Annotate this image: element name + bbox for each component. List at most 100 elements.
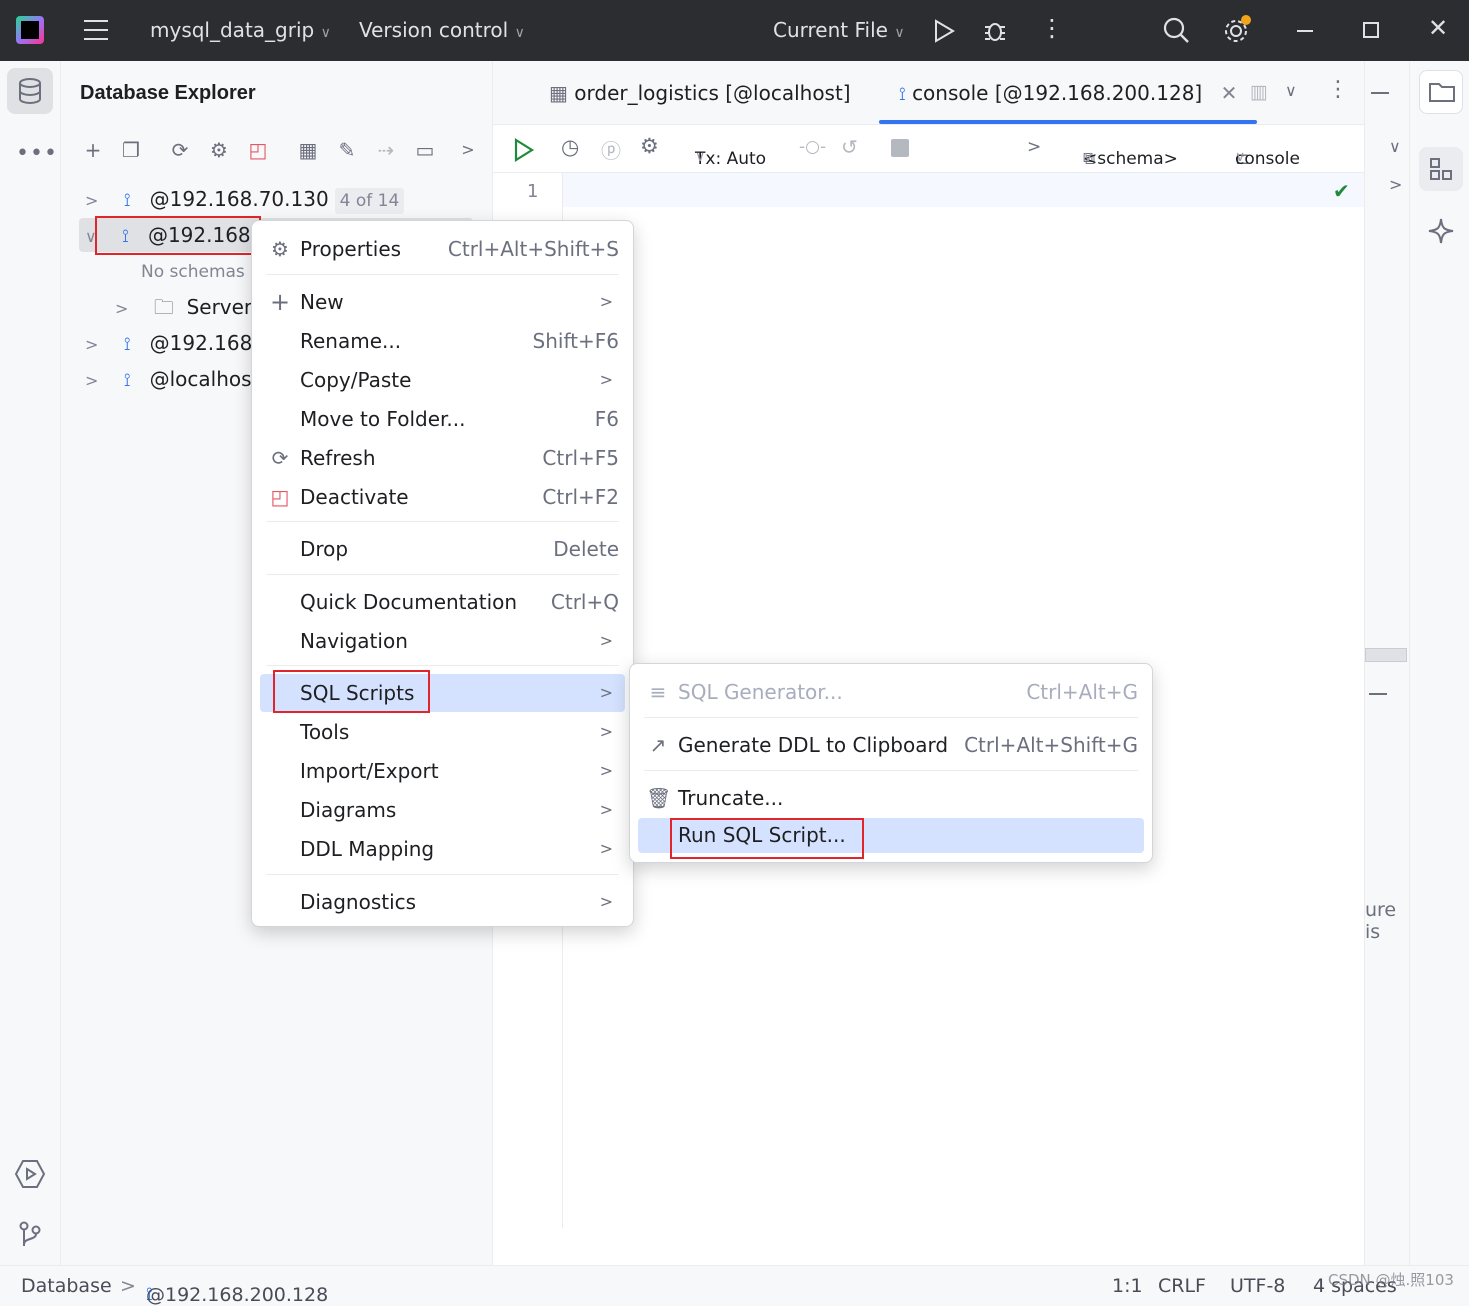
services-icon[interactable] bbox=[15, 1159, 45, 1189]
chevron-down-icon: ∨ bbox=[894, 25, 905, 41]
history-icon[interactable]: ◷ bbox=[561, 135, 579, 159]
settings-icon[interactable]: ⚙ bbox=[206, 137, 232, 163]
run-icon[interactable] bbox=[932, 18, 956, 44]
separator bbox=[266, 521, 619, 522]
edit-icon[interactable]: ✎ bbox=[334, 137, 360, 163]
database-tool-button[interactable] bbox=[7, 68, 53, 114]
menu-item-rename[interactable]: Rename... Shift+F6 bbox=[260, 322, 625, 360]
menu-item-generate-ddl[interactable]: ↗ Generate DDL to Clipboard Ctrl+Alt+Shift… bbox=[638, 726, 1144, 764]
minimize-panel-icon[interactable] bbox=[1371, 92, 1389, 94]
chevron-down-icon: ∨ bbox=[1083, 149, 1094, 165]
menu-label: Copy/Paste bbox=[300, 368, 412, 392]
tab-console[interactable]: ⟟ console [@192.168.200.128] ✕ bbox=[878, 81, 1258, 124]
chevron-right-icon[interactable]: > bbox=[1027, 137, 1041, 157]
schema-label: <schema> bbox=[1083, 149, 1178, 169]
menu-item-deactivate[interactable]: ◰ Deactivate Ctrl+F2 bbox=[260, 478, 625, 516]
shortcut: Ctrl+Alt+Shift+S bbox=[447, 237, 619, 261]
console-icon[interactable]: ▭ bbox=[412, 137, 438, 163]
line-number: 1 bbox=[527, 181, 539, 202]
submenu-arrow-icon: > bbox=[599, 683, 613, 702]
refresh-icon[interactable]: ⟳ bbox=[167, 137, 193, 163]
chevron-down-icon[interactable]: ∨ bbox=[1389, 137, 1401, 156]
menu-item-diagrams[interactable]: Diagrams > bbox=[260, 791, 625, 829]
add-icon[interactable]: + bbox=[80, 137, 106, 163]
menu-item-copy-paste[interactable]: Copy/Paste > bbox=[260, 361, 625, 399]
menu-item-drop[interactable]: Drop Delete bbox=[260, 530, 625, 568]
rollback-icon[interactable]: ↺ bbox=[841, 135, 858, 159]
menu-item-properties[interactable]: ⚙ Properties Ctrl+Alt+Shift+S bbox=[260, 230, 625, 268]
tree-item[interactable]: > ⟟ @localhost bbox=[85, 362, 259, 396]
chevron-right-icon: > bbox=[85, 191, 99, 210]
more-tools-icon[interactable]: ••• bbox=[16, 141, 58, 166]
deactivate-icon: ◰ bbox=[270, 485, 290, 509]
menu-item-move-to-folder[interactable]: Move to Folder... F6 bbox=[260, 400, 625, 438]
side-panel: ∨ > ure is bbox=[1364, 61, 1409, 1265]
scrollbar-thumb[interactable] bbox=[1365, 648, 1407, 662]
shortcut: Delete bbox=[553, 537, 619, 561]
close-tab-icon[interactable]: ✕ bbox=[1221, 81, 1238, 105]
line-separator[interactable]: CRLF bbox=[1158, 1275, 1206, 1297]
menu-item-quick-documentation[interactable]: Quick Documentation Ctrl+Q bbox=[260, 583, 625, 621]
table-icon[interactable]: ▦ bbox=[295, 137, 321, 163]
structure-tool-button[interactable] bbox=[1419, 147, 1463, 191]
tx-label: Tx: Auto bbox=[695, 149, 767, 169]
ai-assistant-icon[interactable] bbox=[1427, 217, 1455, 245]
menu-label: SQL Generator... bbox=[678, 680, 843, 704]
chevron-down-icon: ∨ bbox=[320, 25, 331, 41]
minimize-panel-icon[interactable] bbox=[1369, 693, 1387, 695]
mysql-icon: ⟟ bbox=[899, 84, 906, 105]
project-selector[interactable]: mysql_data_grip ∨ bbox=[150, 18, 331, 42]
settings-icon[interactable]: ⚙ bbox=[640, 134, 659, 158]
truncated-text: ure is bbox=[1365, 899, 1397, 943]
shortcut: Ctrl+Q bbox=[550, 590, 619, 614]
tree-item[interactable]: > ⟟ @192.168.2 bbox=[85, 326, 271, 360]
jump-icon[interactable]: ⇢ bbox=[373, 137, 399, 163]
minimize-icon[interactable] bbox=[1297, 30, 1313, 32]
menu-item-navigation[interactable]: Navigation > bbox=[260, 622, 625, 660]
close-window-icon[interactable]: ✕ bbox=[1428, 14, 1448, 42]
menu-item-tools[interactable]: Tools > bbox=[260, 713, 625, 751]
run-config-selector[interactable]: Current File ∨ bbox=[773, 18, 905, 42]
deactivate-icon[interactable]: ◰ bbox=[245, 137, 271, 163]
tab-list-chevron-icon[interactable]: ∨ bbox=[1285, 81, 1297, 100]
datagrip-logo-icon[interactable] bbox=[16, 16, 44, 44]
copy-icon[interactable]: ❐ bbox=[118, 137, 144, 163]
menu-item-diagnostics[interactable]: Diagnostics > bbox=[260, 883, 625, 921]
debug-icon[interactable] bbox=[982, 17, 1008, 43]
stop-icon[interactable] bbox=[891, 139, 909, 157]
menu-item-ddl-mapping[interactable]: DDL Mapping > bbox=[260, 830, 625, 868]
editor-tab-bar: ▦ order_logistics [@localhost] ⟟ console… bbox=[493, 61, 1364, 125]
current-line-highlight[interactable] bbox=[563, 173, 1364, 207]
breadcrumb-root[interactable]: Database bbox=[21, 1275, 112, 1297]
settings-gear-icon[interactable] bbox=[1221, 14, 1253, 46]
caret-position[interactable]: 1:1 bbox=[1112, 1275, 1143, 1297]
table-icon[interactable]: ▥ bbox=[1250, 81, 1268, 103]
menu-item-new[interactable]: + New > bbox=[260, 283, 625, 321]
main-menu-icon[interactable] bbox=[84, 20, 108, 40]
commit-icon[interactable]: -○- bbox=[799, 137, 826, 157]
project-tool-button[interactable] bbox=[1419, 70, 1463, 114]
vcs-selector[interactable]: Version control ∨ bbox=[359, 18, 525, 42]
menu-label: Diagnostics bbox=[300, 890, 417, 914]
folder-icon bbox=[1429, 83, 1455, 102]
file-encoding[interactable]: UTF-8 bbox=[1230, 1275, 1285, 1297]
tab-order-logistics[interactable]: ▦ order_logistics [@localhost] bbox=[549, 81, 851, 105]
git-branch-icon[interactable] bbox=[17, 1221, 43, 1249]
menu-item-truncate[interactable]: 🗑 Truncate... bbox=[638, 779, 1144, 817]
more-icon[interactable]: ⋮ bbox=[1327, 77, 1349, 102]
tree-item: No schemas s bbox=[141, 262, 260, 282]
parameters-icon[interactable]: ⓟ bbox=[601, 135, 621, 164]
search-icon[interactable] bbox=[1162, 16, 1190, 44]
maximize-icon[interactable] bbox=[1363, 22, 1379, 38]
execute-icon[interactable] bbox=[513, 138, 535, 162]
check-icon: ✔ bbox=[1333, 179, 1350, 203]
menu-item-refresh[interactable]: ⟳ Refresh Ctrl+F5 bbox=[260, 439, 625, 477]
menu-item-import-export[interactable]: Import/Export > bbox=[260, 752, 625, 790]
chevron-right-icon[interactable]: > bbox=[1389, 175, 1402, 194]
submenu-arrow-icon: > bbox=[599, 722, 613, 741]
more-actions-icon[interactable]: ⋮ bbox=[1040, 14, 1064, 42]
tree-item[interactable]: > ⟟ @192.168.70.130 4 of 14 bbox=[85, 182, 405, 216]
structure-icon bbox=[1430, 158, 1452, 180]
chevron-right-icon[interactable]: > bbox=[455, 137, 481, 163]
mysql-icon: ⟟ bbox=[123, 334, 131, 355]
